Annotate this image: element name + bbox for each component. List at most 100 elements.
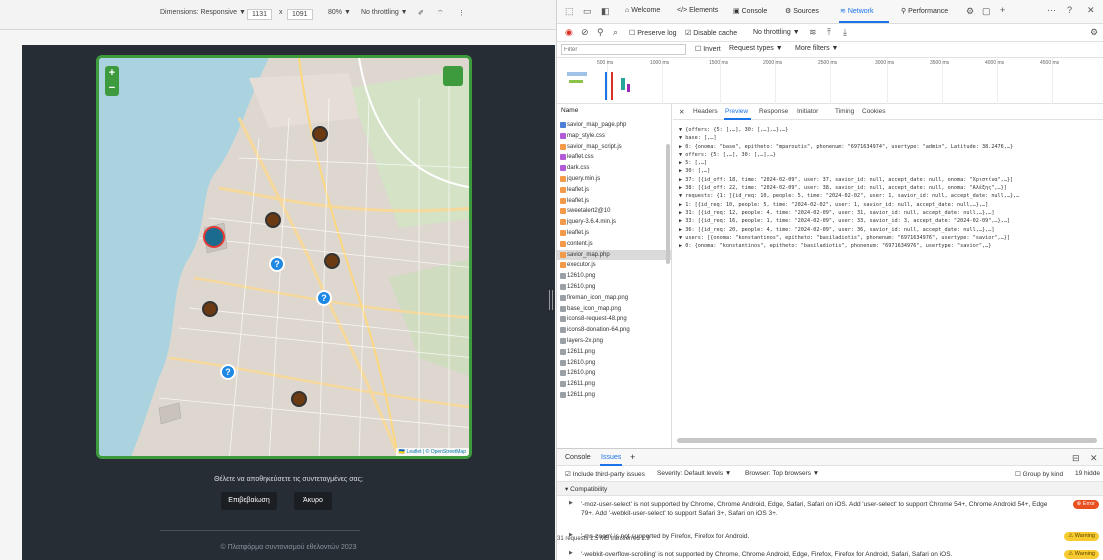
search-icon[interactable]: ⌕: [613, 27, 618, 38]
record-icon[interactable]: ◉: [565, 27, 573, 38]
invert-checkbox[interactable]: ☐ Invert: [695, 45, 721, 53]
request-row[interactable]: base_icon_map.png: [557, 304, 672, 315]
request-row[interactable]: dark.css: [557, 163, 672, 174]
memory-icon[interactable]: ▢: [982, 6, 991, 17]
more-tabs-icon[interactable]: ⋯: [1047, 5, 1056, 16]
detail-tab-cookies[interactable]: Cookies: [862, 108, 885, 115]
throttling-dropdown[interactable]: No throttling ▼: [361, 9, 408, 16]
import-icon[interactable]: ⤒: [827, 27, 831, 38]
issue-row[interactable]: ▶ '-moz-user-select' is not supported by …: [569, 498, 1103, 526]
rotate-icon[interactable]: ⌔: [437, 9, 444, 18]
json-tree-line[interactable]: ▼ requests: {1: [{id_req: 10, people: 5,…: [679, 192, 1103, 200]
expand-arrow-icon[interactable]: ▶: [569, 500, 573, 506]
tab-network[interactable]: ≋ Network: [840, 7, 874, 15]
json-tree-line[interactable]: ▶ 5: [,…]: [679, 159, 1103, 167]
network-conditions-icon[interactable]: ≋: [809, 27, 817, 38]
height-input[interactable]: 1091: [283, 9, 313, 20]
request-row[interactable]: leaflet.css: [557, 152, 672, 163]
request-row[interactable]: layers-2x.png: [557, 336, 672, 347]
json-tree-line[interactable]: ▼ base: [,…]: [679, 134, 1103, 142]
request-row[interactable]: savior_map.php: [557, 249, 672, 261]
json-tree-line[interactable]: ▼ users: [{onoma: "konstantinos", epithe…: [679, 234, 1103, 242]
issue-row[interactable]: ▶ '-webkit-overflow-scrolling' is not sup…: [569, 548, 1103, 560]
width-input[interactable]: 1131: [243, 9, 273, 20]
third-party-checkbox[interactable]: ☑ Include third-party issues: [565, 470, 645, 478]
drawer-tab-console[interactable]: Console: [565, 454, 591, 461]
leaflet-map[interactable]: + − ? ? ? 🇺🇦 Leaflet | © OpenStreetMap: [96, 55, 472, 459]
offer-marker[interactable]: [312, 126, 328, 142]
json-tree-line[interactable]: ▶ 30: [,…]: [679, 167, 1103, 175]
json-tree-line[interactable]: ▶ 0: {onoma: "konstantinos", epitheto: "…: [679, 242, 1103, 250]
request-row[interactable]: leaflet.js: [557, 185, 672, 196]
request-row[interactable]: jquery.min.js: [557, 174, 672, 185]
json-tree-line[interactable]: ▶ 38: [{id_off: 22, time: "2024-02-09", …: [679, 184, 1103, 192]
request-row[interactable]: leaflet.js: [557, 228, 672, 239]
group-by-kind-checkbox[interactable]: ☐ Group by kind: [1015, 470, 1063, 478]
json-tree-line[interactable]: ▶ 1: [{id_req: 10, people: 5, time: "202…: [679, 201, 1103, 209]
dock-icon[interactable]: ⊟: [1072, 453, 1080, 464]
more-filters-dropdown[interactable]: More filters ▼: [795, 45, 839, 52]
help-icon[interactable]: ?: [1067, 5, 1072, 15]
preview-horizontal-scrollbar[interactable]: [677, 438, 1097, 443]
tab-performance[interactable]: ⚲ Performance: [901, 7, 948, 15]
network-overview-timeline[interactable]: 500 ms 1000 ms 1500 ms 2000 ms 2500 ms 3…: [557, 58, 1103, 104]
detail-tab-timing[interactable]: Timing: [835, 108, 854, 115]
filter-icon[interactable]: ⚲: [597, 27, 604, 38]
request-row[interactable]: icons8-donation-64.png: [557, 325, 672, 336]
request-row[interactable]: fireman_icon_map.png: [557, 293, 672, 304]
name-column-header[interactable]: Name: [561, 107, 578, 114]
request-row[interactable]: leaflet.js: [557, 196, 672, 207]
tab-sources[interactable]: ⚙ Sources: [785, 7, 819, 15]
layers-icon[interactable]: [443, 66, 463, 86]
json-tree-line[interactable]: ▶ 0: {onoma: "base", epitheto: "mparouti…: [679, 143, 1103, 151]
tab-welcome[interactable]: ⌂ Welcome: [625, 7, 660, 14]
settings-icon[interactable]: ⚙: [966, 6, 974, 17]
add-drawer-tab-icon[interactable]: +: [630, 452, 635, 462]
detail-tab-headers[interactable]: Headers: [693, 108, 718, 115]
json-preview[interactable]: ▼ {offers: {5: [,…], 30: [,…],…},…} ▼ ba…: [679, 126, 1103, 250]
request-row[interactable]: 12611.png: [557, 379, 672, 390]
sensor-icon[interactable]: ✐: [418, 9, 424, 17]
request-types-dropdown[interactable]: Request types ▼: [729, 45, 783, 52]
request-row[interactable]: map_style.css: [557, 131, 672, 142]
json-tree-line[interactable]: ▶ 37: [{id_off: 18, time: "2024-02-09", …: [679, 176, 1103, 184]
clear-icon[interactable]: ⊘: [581, 27, 589, 38]
offer-marker[interactable]: [291, 391, 307, 407]
zoom-in-button[interactable]: +: [105, 66, 119, 81]
severity-dropdown[interactable]: Severity: Default levels ▼: [657, 470, 731, 477]
preserve-log-checkbox[interactable]: ☐ Preserve log: [629, 29, 677, 37]
request-list-scrollbar[interactable]: [666, 144, 670, 264]
request-row[interactable]: savior_map_page.php: [557, 120, 672, 131]
device-toggle-icon[interactable]: ▭: [583, 6, 592, 17]
request-row[interactable]: executor.js: [557, 260, 672, 271]
request-row[interactable]: content.js: [557, 239, 672, 250]
add-tab-icon[interactable]: +: [1000, 5, 1005, 15]
json-tree-line[interactable]: ▼ {offers: {5: [,…], 30: [,…],…},…}: [679, 126, 1103, 134]
confirm-button[interactable]: Επιβεβαίωση: [221, 492, 277, 510]
offer-marker[interactable]: [202, 301, 218, 317]
offer-marker[interactable]: [265, 212, 281, 228]
dimensions-dropdown[interactable]: Dimensions: Responsive ▼: [160, 9, 246, 16]
json-tree-line[interactable]: ▼ offers: {5: [,…], 30: [,…],…}: [679, 151, 1103, 159]
sidebar-toggle-icon[interactable]: ◧: [601, 6, 610, 17]
close-icon[interactable]: ✕: [1087, 5, 1095, 16]
request-row[interactable]: sweetalert2@10: [557, 206, 672, 217]
compatibility-group-header[interactable]: ▾ Compatibility: [557, 482, 1103, 496]
request-row[interactable]: 12610.png: [557, 282, 672, 293]
expand-arrow-icon[interactable]: ▶: [569, 532, 573, 538]
drawer-tab-issues[interactable]: Issues: [601, 454, 621, 461]
issue-row[interactable]: ▶ '-ms-zoom' is not supported by Firefox,…: [569, 530, 1103, 544]
zoom-dropdown[interactable]: 80% ▼: [328, 9, 351, 16]
json-tree-line[interactable]: ▶ 33: [{id_req: 16, people: 1, time: "20…: [679, 217, 1103, 225]
request-marker[interactable]: ?: [220, 364, 236, 380]
request-row[interactable]: savior_map_script.js: [557, 142, 672, 153]
browser-dropdown[interactable]: Browser: Top browsers ▼: [745, 470, 819, 477]
offer-marker[interactable]: [324, 253, 340, 269]
hidden-issues-count[interactable]: 19 hidde: [1075, 470, 1100, 477]
more-options-icon[interactable]: ⋮: [458, 9, 465, 17]
disable-cache-checkbox[interactable]: ☑ Disable cache: [685, 29, 737, 37]
expand-arrow-icon[interactable]: ▶: [569, 550, 573, 556]
request-row[interactable]: jquery-3.6.4.min.js: [557, 217, 672, 228]
request-row[interactable]: 12611.png: [557, 390, 672, 401]
detail-tab-initiator[interactable]: Initiator: [797, 108, 818, 115]
